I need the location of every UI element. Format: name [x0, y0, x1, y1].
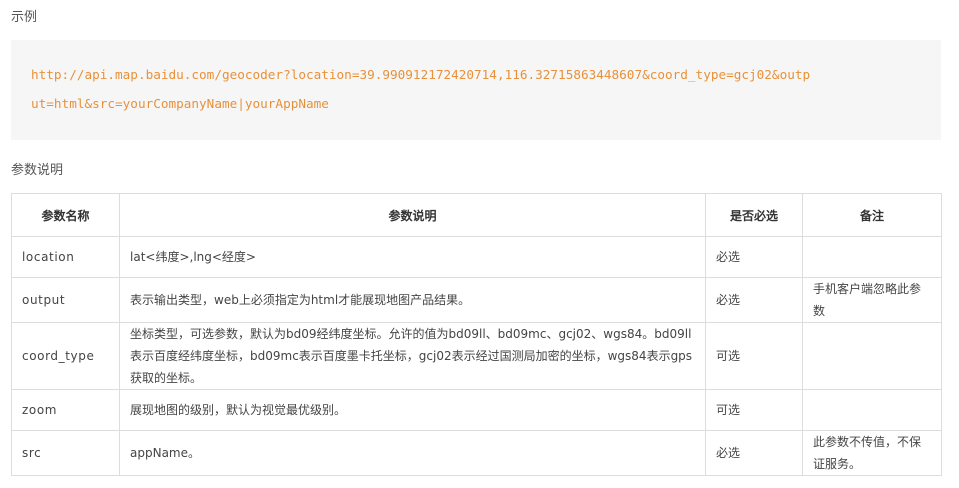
param-desc: 表示输出类型，web上必须指定为html才能展现地图产品结果。: [119, 277, 706, 323]
code-line: http://api.map.baidu.com/geocoder?locati…: [31, 67, 811, 82]
param-desc: lat<纬度>,lng<经度>: [119, 236, 706, 278]
example-heading: 示例: [11, 10, 38, 25]
param-required: 必选: [705, 236, 803, 278]
example-code-block: http://api.map.baidu.com/geocoder?locati…: [11, 40, 941, 140]
param-note: [802, 236, 942, 278]
param-note: [802, 322, 942, 390]
param-name: zoom: [11, 389, 120, 431]
table-row: output 表示输出类型，web上必须指定为html才能展现地图产品结果。 必…: [11, 277, 942, 323]
column-header-name: 参数名称: [11, 193, 120, 237]
param-note: 手机客户端忽略此参数: [802, 277, 942, 323]
param-name: output: [11, 277, 120, 323]
param-name: location: [11, 236, 120, 278]
param-desc: appName。: [119, 430, 706, 476]
param-desc: 展现地图的级别，默认为视觉最优级别。: [119, 389, 706, 431]
table-row: location lat<纬度>,lng<经度> 必选: [11, 236, 942, 278]
param-name: coord_type: [11, 322, 120, 390]
column-header-desc: 参数说明: [119, 193, 706, 237]
code-line: ut=html&src=yourCompanyName|yourAppName: [31, 96, 329, 111]
param-required: 必选: [705, 430, 803, 476]
table-header-row: 参数名称 参数说明 是否必选 备注: [11, 193, 942, 237]
params-heading: 参数说明: [11, 163, 64, 178]
column-header-required: 是否必选: [705, 193, 803, 237]
table-row: zoom 展现地图的级别，默认为视觉最优级别。 可选: [11, 389, 942, 431]
param-required: 必选: [705, 277, 803, 323]
column-header-note: 备注: [802, 193, 942, 237]
table-row: coord_type 坐标类型，可选参数，默认为bd09经纬度坐标。允许的值为b…: [11, 322, 942, 390]
param-required: 可选: [705, 389, 803, 431]
param-required: 可选: [705, 322, 803, 390]
param-desc: 坐标类型，可选参数，默认为bd09经纬度坐标。允许的值为bd09ll、bd09m…: [119, 322, 706, 390]
param-name: src: [11, 430, 120, 476]
param-note: 此参数不传值，不保证服务。: [802, 430, 942, 476]
table-row: src appName。 必选 此参数不传值，不保证服务。: [11, 430, 942, 476]
params-table: 参数名称 参数说明 是否必选 备注 location lat<纬度>,lng<经…: [11, 193, 942, 476]
param-note: [802, 389, 942, 431]
